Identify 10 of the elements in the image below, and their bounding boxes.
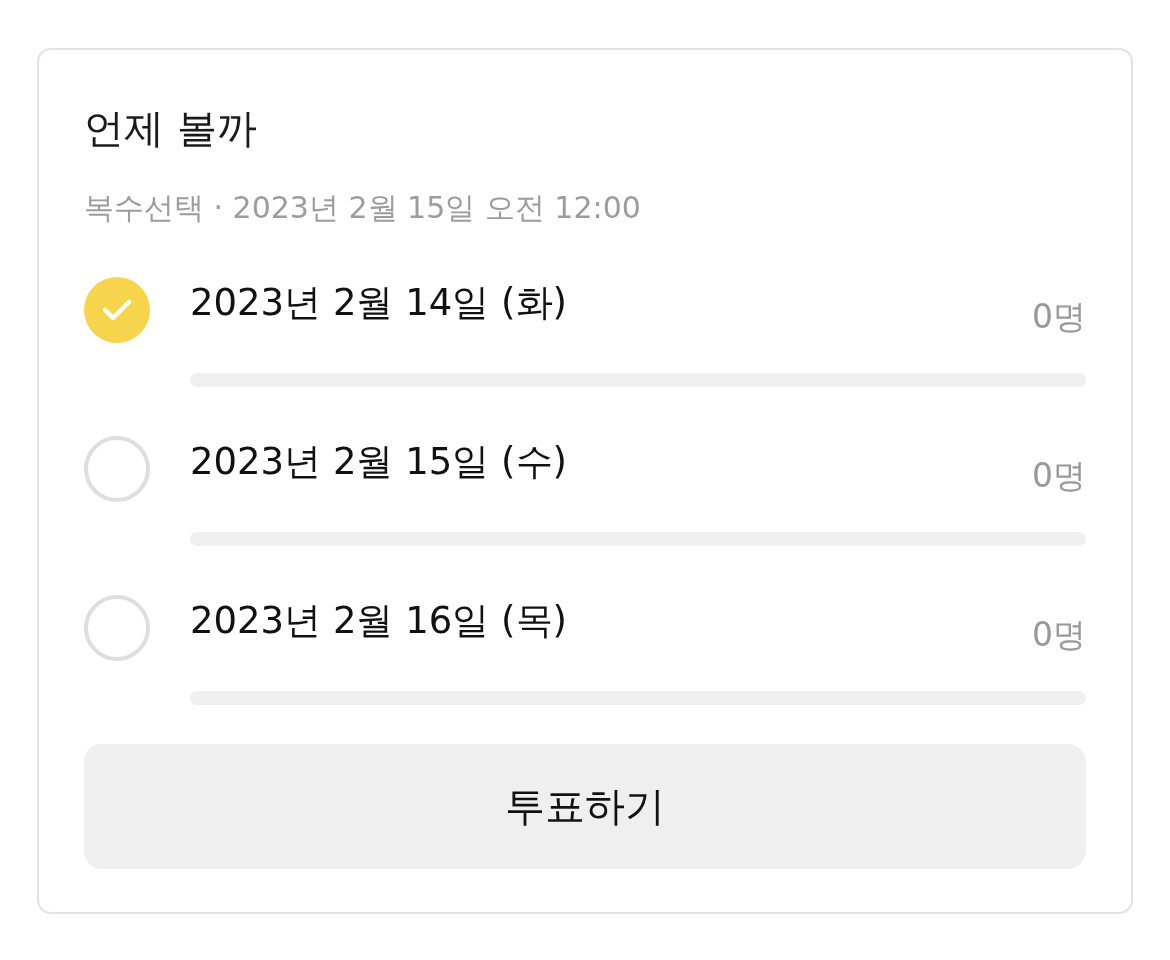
option-label[interactable]: 2023년 2월 15일 (수): [190, 436, 567, 488]
vote-count: 0명: [1032, 455, 1086, 497]
option-label[interactable]: 2023년 2월 14일 (화): [190, 277, 567, 329]
poll-title: 언제 볼까: [84, 104, 258, 152]
vote-count: 0명: [1032, 614, 1086, 656]
check-icon: [102, 299, 132, 321]
poll-info: 복수선택 · 2023년 2월 15일 오전 12:00: [84, 189, 642, 227]
option-label[interactable]: 2023년 2월 16일 (목): [190, 595, 567, 647]
vote-button[interactable]: 투표하기: [84, 744, 1086, 869]
vote-count: 0명: [1032, 296, 1086, 338]
